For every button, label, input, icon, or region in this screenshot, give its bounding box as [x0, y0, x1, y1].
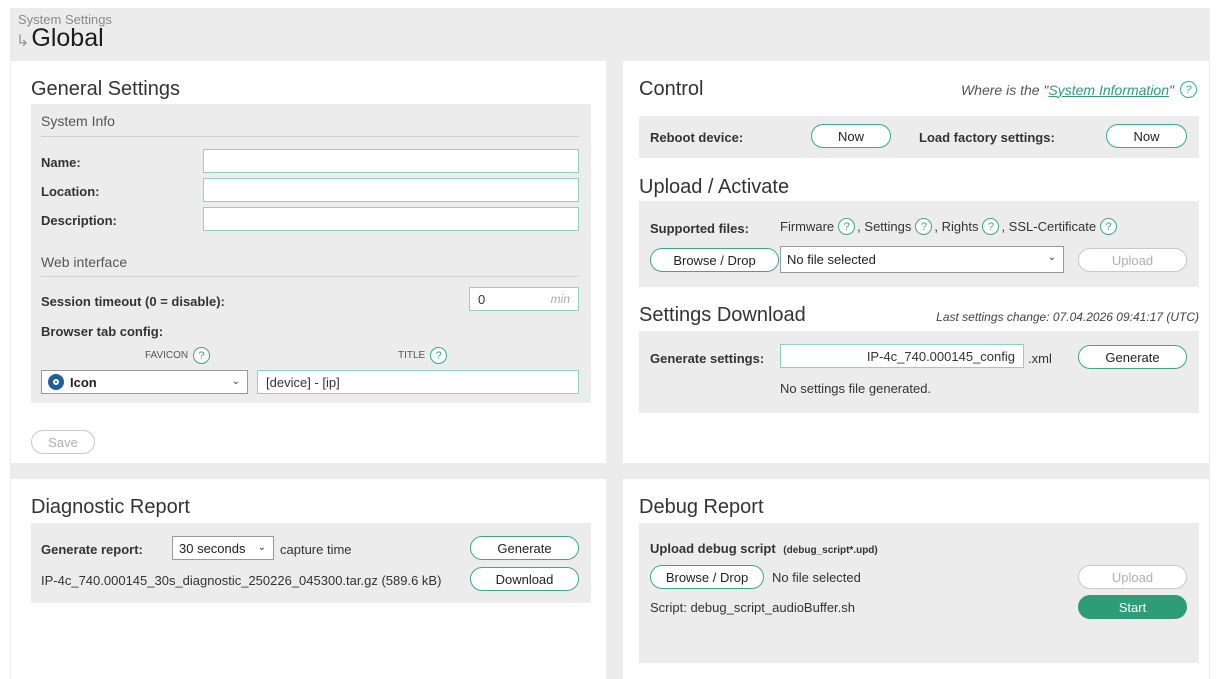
system-info-title: System Info [41, 113, 115, 129]
settings-download-box: Generate settings: IP-4c_740.000145_conf… [639, 331, 1199, 413]
title-help-icon[interactable]: ? [430, 347, 448, 364]
factory-now-button[interactable]: Now [1106, 124, 1187, 148]
name-label: Name: [41, 155, 81, 170]
settings-help-icon[interactable]: ? [915, 218, 933, 235]
name-field[interactable] [203, 149, 579, 173]
title-header-text: TITLE [398, 350, 426, 362]
save-button[interactable]: Save [31, 430, 95, 454]
page: System Settings ↳ Global General Setting… [10, 8, 1210, 679]
control-panel: Control Where is the " System Informatio… [623, 61, 1209, 463]
supported-files-label: Supported files: [650, 221, 749, 236]
upload-debug-label: Upload debug script (debug_script*.upd) [650, 541, 878, 556]
reboot-now-button[interactable]: Now [811, 124, 891, 148]
settings-extension: .xml [1028, 351, 1052, 366]
debug-file-value: No file selected [772, 570, 861, 585]
generate-report-button[interactable]: Generate [470, 536, 579, 560]
return-arrow-icon: ↳ [16, 33, 30, 50]
web-interface-divider [41, 276, 579, 277]
firmware-type: Firmware [780, 219, 835, 234]
capture-time-select[interactable]: 30 seconds ⌄ [172, 536, 274, 560]
chevron-down-icon: ⌄ [231, 376, 240, 387]
factory-settings-label: Load factory settings: [919, 130, 1055, 145]
tab-title-field[interactable]: [device] - [ip] [257, 370, 579, 394]
general-settings-panel: General Settings System Info Name: Locat… [11, 61, 606, 463]
chevron-down-icon: ⌄ [1047, 252, 1056, 263]
upload-box: Supported files: Firmware ? , Settings ?… [639, 201, 1199, 287]
rights-help-icon[interactable]: ? [982, 218, 1000, 235]
debug-report-panel: Debug Report Upload debug script (debug_… [623, 479, 1209, 679]
debug-box: Upload debug script (debug_script*.upd) … [639, 523, 1199, 663]
firmware-help-icon[interactable]: ? [838, 218, 856, 235]
chevron-down-icon: ⌄ [257, 542, 266, 553]
browser-tab-label: Browser tab config: [41, 324, 164, 339]
debug-browse-button[interactable]: Browse / Drop [650, 565, 764, 589]
settings-type: , Settings [857, 219, 912, 234]
location-label: Location: [41, 184, 100, 199]
supported-files-list: Firmware ? , Settings ? , Rights ? , SSL… [780, 218, 1119, 235]
debug-report-title: Debug Report [639, 496, 764, 518]
session-timeout-unit: min [550, 292, 570, 306]
debug-script-name: Script: debug_script_audioBuffer.sh [650, 600, 856, 615]
upload-button[interactable]: Upload [1078, 248, 1187, 272]
system-information-hint: Where is the " System Information " ? [961, 81, 1199, 98]
capture-time-suffix: capture time [280, 542, 352, 557]
favicon-help-icon[interactable]: ? [192, 347, 210, 364]
sysinfo-suffix: " [1169, 81, 1174, 98]
download-report-button[interactable]: Download [470, 567, 579, 591]
diagnostic-report-panel: Diagnostic Report Generate report: 30 se… [11, 479, 606, 679]
generate-settings-label: Generate settings: [650, 351, 765, 366]
diagnostic-file-info: IP-4c_740.000145_30s_diagnostic_250226_0… [41, 573, 442, 588]
settings-filename-field[interactable]: IP-4c_740.000145_config [780, 344, 1024, 368]
ssl-type: , SSL-Certificate [1001, 219, 1097, 234]
rights-type: , Rights [934, 219, 979, 234]
settings-download-title: Settings Download [639, 304, 806, 326]
reboot-label: Reboot device: [650, 130, 744, 145]
description-label: Description: [41, 213, 117, 228]
session-timeout-label: Session timeout (0 = disable): [41, 294, 225, 309]
general-settings-title: General Settings [31, 78, 180, 100]
upload-browse-button[interactable]: Browse / Drop [650, 248, 779, 272]
control-box: Reboot device: Now Load factory settings… [639, 116, 1199, 158]
capture-time-value: 30 seconds [179, 540, 246, 556]
sysinfo-help-icon[interactable]: ? [1180, 81, 1197, 98]
sysinfo-prefix: Where is the " [960, 81, 1049, 98]
favicon-header-text: FAVICON [145, 350, 189, 362]
diagnostic-report-title: Diagnostic Report [31, 496, 190, 518]
favicon-icon [48, 374, 64, 390]
ssl-help-icon[interactable]: ? [1100, 218, 1118, 235]
generate-settings-button[interactable]: Generate [1078, 345, 1187, 369]
system-info-divider [41, 136, 579, 137]
system-information-link[interactable]: System Information [1048, 82, 1169, 98]
title-header: TITLE ? [398, 347, 449, 364]
location-field[interactable] [203, 178, 579, 202]
last-settings-change: Last settings change: 07.04.2026 09:41:1… [936, 310, 1199, 324]
start-button[interactable]: Start [1078, 595, 1187, 619]
upload-debug-label-text: Upload debug script [650, 541, 776, 556]
generate-report-label: Generate report: [41, 542, 143, 557]
debug-upload-button[interactable]: Upload [1078, 565, 1187, 589]
description-field[interactable] [203, 207, 579, 231]
control-title: Control [639, 78, 704, 100]
upload-activate-title: Upload / Activate [639, 176, 790, 198]
general-settings-box: System Info Name: Location: Description:… [31, 104, 591, 403]
settings-status: No settings file generated. [780, 381, 932, 396]
favicon-header: FAVICON ? [145, 347, 212, 364]
session-timeout-field[interactable]: 0 min [469, 287, 579, 311]
web-interface-title: Web interface [41, 254, 128, 270]
page-title-text: Global [31, 24, 104, 52]
upload-file-value: No file selected [787, 252, 876, 267]
favicon-select[interactable]: Icon ⌄ [41, 370, 248, 394]
upload-file-select[interactable]: No file selected ⌄ [780, 246, 1064, 273]
favicon-select-value: Icon [70, 374, 97, 390]
upload-debug-hint: (debug_script*.upd) [783, 545, 878, 556]
diagnostic-box: Generate report: 30 seconds ⌄ capture ti… [31, 523, 591, 603]
page-title: ↳ Global [16, 24, 104, 53]
session-timeout-value: 0 [478, 291, 486, 307]
